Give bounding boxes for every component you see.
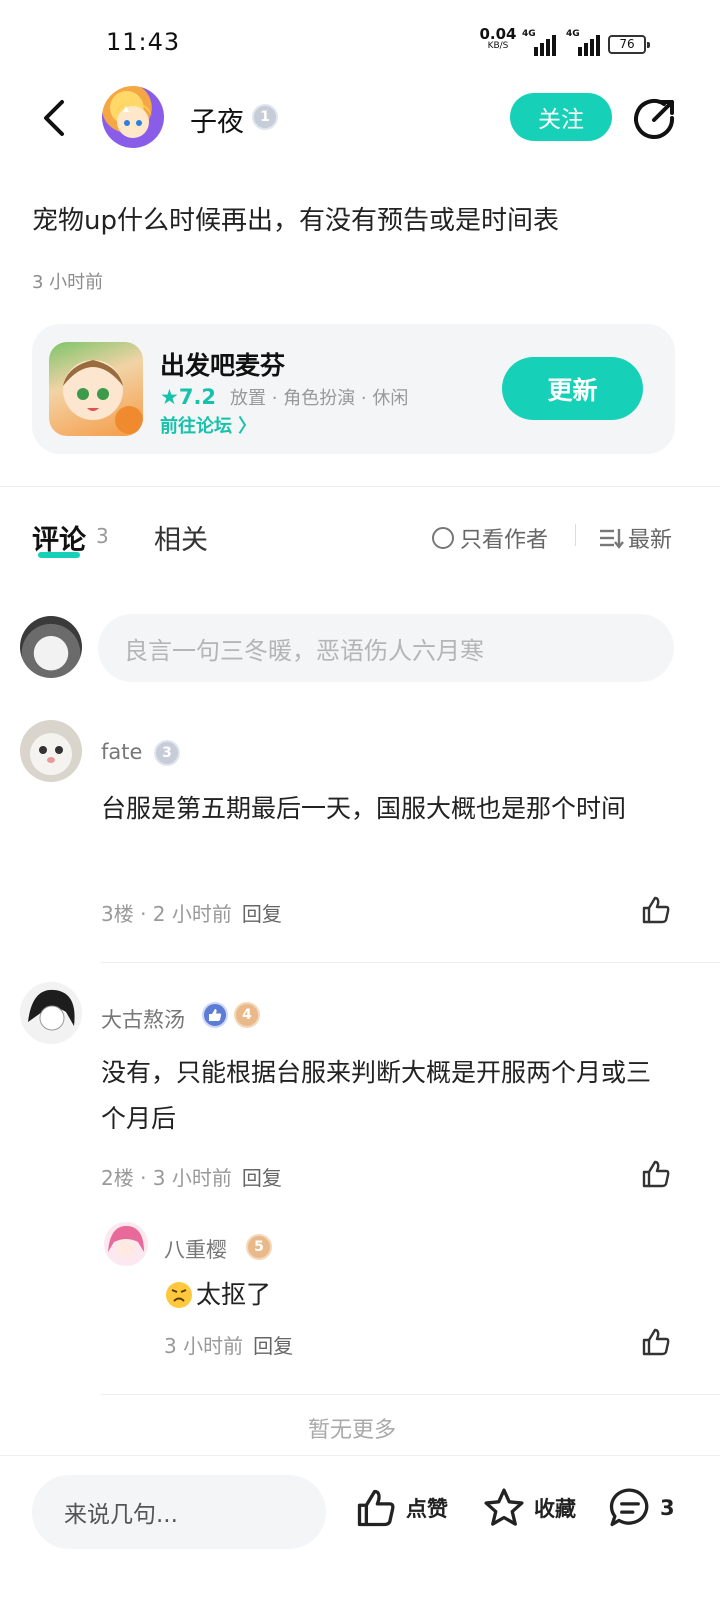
status-time: 11:43: [106, 28, 181, 56]
reply-time: 3 小时前: [164, 1334, 244, 1358]
like-icon[interactable]: [640, 1158, 672, 1190]
reply-text: 太抠了: [196, 1280, 272, 1309]
comment-username[interactable]: 大古熬汤: [101, 1004, 185, 1034]
comment-avatar[interactable]: [20, 982, 82, 1044]
author-level-badge: 1: [252, 104, 278, 130]
sort-icon: [600, 529, 624, 549]
net-speed: 0.04 KB/S: [478, 25, 518, 52]
chat-bubble-icon: [609, 1488, 649, 1527]
thumbs-up-icon: [357, 1489, 395, 1527]
net-speed-value: 0.04: [479, 25, 517, 43]
game-app-icon[interactable]: [49, 342, 143, 436]
battery-icon: 76: [608, 35, 650, 54]
author-name[interactable]: 子夜: [190, 100, 244, 139]
pink-hair-avatar-icon: [108, 1226, 144, 1257]
comment-input[interactable]: 良言一句三冬暖，恶语伤人六月寒: [98, 614, 674, 682]
signal-label-1: 4G: [522, 29, 536, 39]
author-avatar[interactable]: [102, 86, 164, 148]
comment-floor-time: 2楼 · 3 小时前: [101, 1166, 232, 1190]
post-header: 子夜 1 关注: [0, 80, 720, 156]
comment-divider: [101, 1394, 720, 1395]
no-more-text: 暂无更多: [307, 1418, 396, 1443]
signal-icon-2: 4G: [566, 29, 600, 56]
forum-link[interactable]: 前往论坛 〉: [160, 412, 256, 438]
game-meta: ★7.2 放置 · 角色扮演 · 休闲: [160, 384, 408, 410]
comment-meta: 2楼 · 3 小时前 回复: [101, 1162, 282, 1191]
like-icon[interactable]: [640, 894, 672, 926]
sort-button[interactable]: 最新: [598, 522, 672, 554]
game-score: ★7.2: [160, 385, 217, 409]
star-icon: [484, 1488, 524, 1526]
like-button[interactable]: 点赞: [354, 1486, 448, 1530]
reply-button[interactable]: 回复: [253, 1334, 293, 1358]
post-time: 3 小时前: [32, 272, 104, 293]
avatar-art-icon: [114, 102, 152, 138]
post-title: 宠物up什么时候再出，有没有预告或是时间表: [32, 206, 559, 236]
game-card[interactable]: 出发吧麦芬 ★7.2 放置 · 角色扮演 · 休闲 前往论坛 〉 更新: [32, 324, 675, 454]
reply-username[interactable]: 八重樱: [164, 1234, 227, 1264]
comments-button[interactable]: 3: [608, 1486, 675, 1530]
section-divider: [0, 486, 720, 487]
like-label: 点赞: [406, 1497, 448, 1521]
comment-avatar[interactable]: [20, 720, 82, 782]
tab-related[interactable]: 相关: [154, 518, 208, 557]
my-avatar[interactable]: [20, 616, 82, 678]
author-level-text: 1: [260, 109, 270, 125]
user-level-text: 4: [242, 1007, 252, 1023]
thumb-badge-icon: [202, 1002, 228, 1028]
comment-meta: 3楼 · 2 小时前 回复: [101, 898, 282, 927]
signal-icon-1: 4G: [522, 29, 556, 56]
reply-button[interactable]: 回复: [242, 902, 282, 926]
bottom-comment-input[interactable]: 来说几句...: [32, 1475, 326, 1549]
update-button[interactable]: 更新: [502, 357, 643, 420]
reply-meta: 3 小时前 回复: [164, 1330, 293, 1359]
tab-comments[interactable]: 评论: [32, 518, 86, 557]
tabs-separator: [575, 524, 576, 546]
game-art-icon: [63, 360, 143, 434]
user-level-badge: 4: [234, 1002, 260, 1028]
angry-face-emoji-icon: [166, 1282, 192, 1308]
back-arrow-icon[interactable]: [36, 96, 72, 140]
status-bar: 11:43 0.04 KB/S 4G 4G 76: [0, 0, 720, 90]
battery-level: 76: [619, 37, 635, 51]
user-level-badge: 3: [154, 740, 180, 766]
only-author-toggle[interactable]: 只看作者: [432, 522, 548, 554]
tab-comments-count: 3: [96, 524, 109, 548]
game-score-value: 7.2: [178, 385, 217, 409]
share-icon[interactable]: [634, 98, 676, 140]
reply-button[interactable]: 回复: [242, 1166, 282, 1190]
signal-label-2: 4G: [566, 29, 580, 39]
comment-floor-time: 3楼 · 2 小时前: [101, 902, 232, 926]
follow-button[interactable]: 关注: [510, 93, 612, 141]
sort-label: 最新: [628, 528, 673, 553]
comment-count: 3: [660, 1496, 675, 1520]
favorite-label: 收藏: [534, 1497, 576, 1521]
cat-avatar-icon: [39, 746, 63, 763]
comment-text: 没有，只能根据台服来判断大概是开服两个月或三个月后: [101, 1058, 652, 1133]
reply-level-badge: 5: [246, 1234, 272, 1260]
game-tags: 放置 · 角色扮演 · 休闲: [230, 388, 409, 409]
radio-icon: [432, 527, 454, 549]
reply-level-text: 5: [254, 1239, 264, 1255]
favorite-button[interactable]: 收藏: [482, 1486, 576, 1530]
reply-text-row: 太抠了: [164, 1272, 644, 1318]
comment-text: 台服是第五期最后一天，国服大概也是那个时间: [101, 794, 627, 823]
comment-username[interactable]: fate: [101, 740, 142, 764]
anime-avatar-icon: [28, 989, 75, 1031]
comment-divider: [101, 962, 720, 963]
like-icon[interactable]: [640, 1326, 672, 1358]
bottom-bar: 来说几句... 点赞 收藏 3: [0, 1455, 720, 1600]
reply-avatar[interactable]: [104, 1222, 148, 1266]
only-author-label: 只看作者: [460, 528, 549, 553]
game-name[interactable]: 出发吧麦芬: [160, 346, 285, 382]
user-level-text: 3: [162, 745, 172, 761]
comment-tabs: 评论 3 相关 只看作者 最新: [0, 510, 720, 570]
